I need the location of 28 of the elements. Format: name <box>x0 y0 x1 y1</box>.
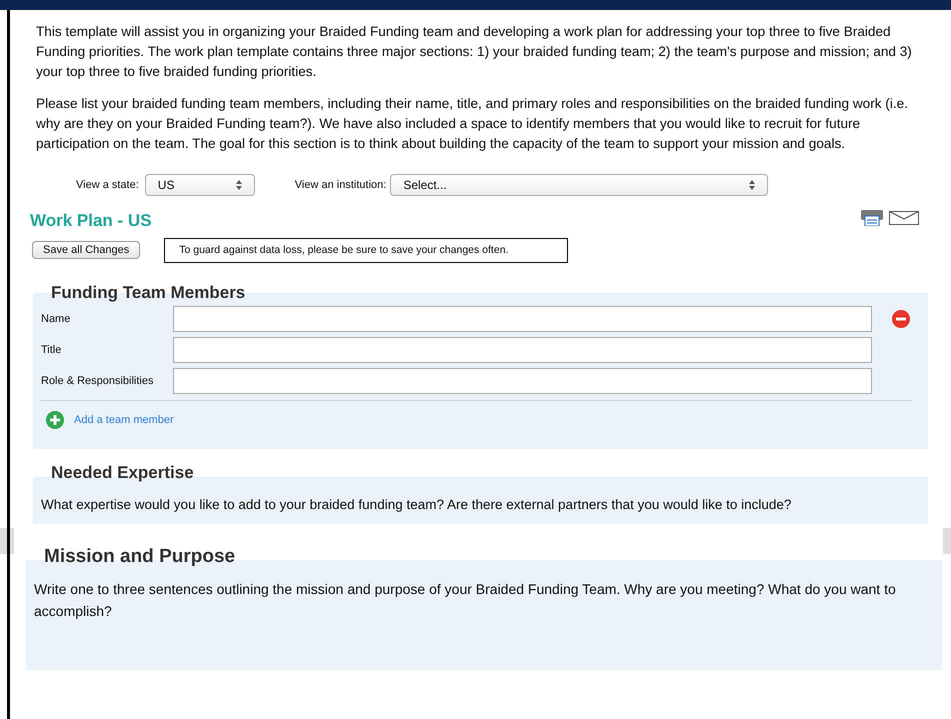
text-field[interactable] <box>173 306 872 332</box>
up-down-arrows-icon <box>236 180 242 190</box>
field-label: Name <box>41 312 72 326</box>
filter-label: View an institution: <box>294 178 386 193</box>
select-dropdown[interactable]: US <box>144 174 255 196</box>
intro-paragraph: This template will assist you in organizing your Braided Funding team and developing a work plan for addressing your top three to five Braided Funding priorities. The work plan template contains three major sections: 1) your braided funding team; 2) the team's purpose and mission; and 3) your top three to five braided funding priorities. <box>36 23 913 81</box>
text-field[interactable] <box>173 336 872 363</box>
page-title: Work Plan - US <box>30 210 152 232</box>
up-down-arrows-icon <box>749 180 756 190</box>
field-label: Title <box>41 342 62 358</box>
printer-icon[interactable] <box>859 210 885 226</box>
remove-icon[interactable] <box>892 310 910 328</box>
select-dropdown[interactable]: Select... <box>390 174 768 196</box>
background-strip <box>943 528 951 554</box>
section-heading: Funding Team Members <box>50 283 246 304</box>
add-icon[interactable] <box>46 411 64 430</box>
intro-paragraph: Please list your braided funding team members, including their name, title, and primary roles and responsibilities on the braided funding work (i.e. why are they on your Braided Funding team?). We have also included a space to identify members that you would like to recruit for future participation on the team. The goal for this section is to think about building the capacity of the team to support your mission and goals. <box>36 95 909 153</box>
save-button[interactable]: Save all Changes <box>32 241 140 260</box>
field-label: Role & Responsibilities <box>41 374 154 388</box>
section-prompt: What expertise would you like to add to your braided funding team? Are there external partners that you would like to include? <box>41 496 792 514</box>
section-prompt: Write one to three sentences outlining the mission and purpose of your Braided Funding Team. Why are you meeting? What do you want to accomplish? <box>34 580 897 621</box>
text-field[interactable] <box>173 368 872 394</box>
filter-label: View a state: <box>76 178 139 193</box>
notice-box: To guard against data loss, please be sure to save your changes often. <box>164 238 568 264</box>
section-heading: Mission and Purpose <box>43 546 236 568</box>
add-member-link[interactable]: Add a team member <box>74 412 174 428</box>
envelope-icon[interactable] <box>889 210 919 224</box>
section-heading: Needed Expertise <box>50 463 195 484</box>
